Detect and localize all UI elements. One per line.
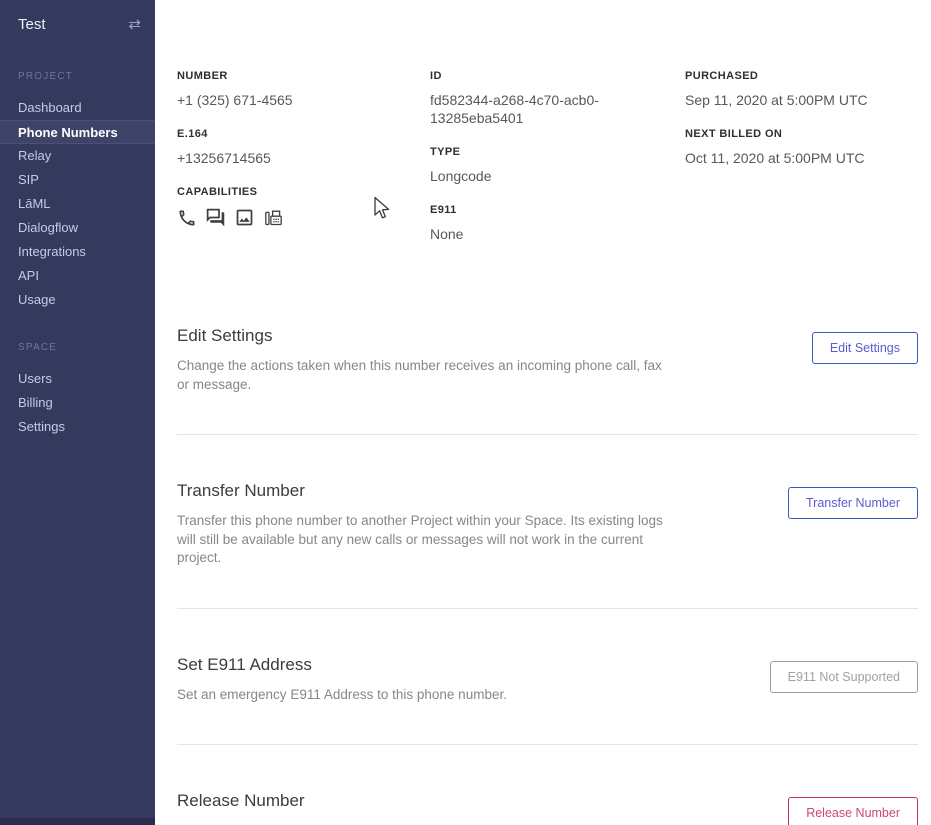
edit-settings-button[interactable]: Edit Settings [812,332,918,364]
field-purchased: PURCHASED Sep 11, 2020 at 5:00PM UTC [685,70,918,109]
space-nav: Users Billing Settings [0,367,155,439]
sidebar-item-phone-numbers[interactable]: Phone Numbers [0,120,155,144]
field-e911: E911 None [430,204,685,243]
sidebar-item-usage[interactable]: Usage [0,288,155,312]
sidebar-item-users[interactable]: Users [0,367,155,391]
set-e911-description: Set an emergency E911 Address to this ph… [177,686,507,705]
sidebar-item-laml[interactable]: LāML [0,192,155,216]
section-text: Set E911 Address Set an emergency E911 A… [177,655,507,705]
mms-icon [234,207,255,228]
edit-settings-description: Change the actions taken when this numbe… [177,357,672,394]
number-value: +1 (325) 671-4565 [177,91,382,109]
sidebar-item-settings[interactable]: Settings [0,415,155,439]
type-label: TYPE [430,146,685,158]
number-label: NUMBER [177,70,430,82]
section-set-e911: Set E911 Address Set an emergency E911 A… [177,609,918,746]
details-column-billing: PURCHASED Sep 11, 2020 at 5:00PM UTC NEX… [685,70,918,262]
sidebar-item-relay[interactable]: Relay [0,144,155,168]
field-next-billed: NEXT BILLED ON Oct 11, 2020 at 5:00PM UT… [685,128,918,167]
section-text: Edit Settings Change the actions taken w… [177,326,672,394]
sidebar-item-sip[interactable]: SIP [0,168,155,192]
purchased-label: PURCHASED [685,70,918,82]
transfer-number-description: Transfer this phone number to another Pr… [177,512,672,568]
transfer-number-button[interactable]: Transfer Number [788,487,918,519]
sidebar-section-space-label: SPACE [0,342,155,353]
voice-icon [177,208,197,228]
project-name[interactable]: Test [18,16,46,33]
id-label: ID [430,70,685,82]
sidebar-header: Test ⇄ [0,0,155,33]
capabilities-label: CAPABILITIES [177,186,430,198]
number-details-grid: NUMBER +1 (325) 671-4565 E.164 +13256714… [177,70,918,262]
release-number-title: Release Number [177,791,672,811]
sidebar-item-dialogflow[interactable]: Dialogflow [0,216,155,240]
e911-not-supported-button: E911 Not Supported [770,661,918,693]
field-e164: E.164 +13256714565 [177,128,430,167]
switch-project-icon[interactable]: ⇄ [128,15,141,33]
sidebar-item-dashboard[interactable]: Dashboard [0,96,155,120]
e911-label: E911 [430,204,685,216]
next-billed-label: NEXT BILLED ON [685,128,918,140]
sidebar-bottom-strip [0,818,155,825]
details-column-id: ID fd582344-a268-4c70-acb0-13285eba5401 … [430,70,685,262]
section-release-number: Release Number Releasing this phone numb… [177,745,918,825]
main-content: NUMBER +1 (325) 671-4565 E.164 +13256714… [155,0,931,825]
section-text: Release Number Releasing this phone numb… [177,791,672,825]
section-text: Transfer Number Transfer this phone numb… [177,481,672,568]
id-value: fd582344-a268-4c70-acb0-13285eba5401 [430,91,635,127]
sidebar-item-billing[interactable]: Billing [0,391,155,415]
sidebar-item-integrations[interactable]: Integrations [0,240,155,264]
capability-icons [177,207,430,228]
field-number: NUMBER +1 (325) 671-4565 [177,70,430,109]
e911-value: None [430,225,635,243]
section-transfer-number: Transfer Number Transfer this phone numb… [177,435,918,609]
edit-settings-title: Edit Settings [177,326,672,346]
field-type: TYPE Longcode [430,146,685,185]
section-edit-settings: Edit Settings Change the actions taken w… [177,326,918,435]
action-sections: Edit Settings Change the actions taken w… [177,326,918,825]
purchased-value: Sep 11, 2020 at 5:00PM UTC [685,91,890,109]
sidebar-section-project-label: PROJECT [0,71,155,82]
type-value: Longcode [430,167,635,185]
field-capabilities: CAPABILITIES [177,186,430,228]
e164-value: +13256714565 [177,149,382,167]
set-e911-title: Set E911 Address [177,655,507,675]
fax-icon [263,207,284,228]
project-nav: Dashboard Phone Numbers Relay SIP LāML D… [0,96,155,312]
sidebar-item-api[interactable]: API [0,264,155,288]
sidebar: Test ⇄ PROJECT Dashboard Phone Numbers R… [0,0,155,825]
field-id: ID fd582344-a268-4c70-acb0-13285eba5401 [430,70,685,127]
details-column-number: NUMBER +1 (325) 671-4565 E.164 +13256714… [177,70,430,262]
release-number-button[interactable]: Release Number [788,797,918,825]
e164-label: E.164 [177,128,430,140]
next-billed-value: Oct 11, 2020 at 5:00PM UTC [685,149,890,167]
transfer-number-title: Transfer Number [177,481,672,501]
phone-number-detail-page: Test ⇄ PROJECT Dashboard Phone Numbers R… [0,0,931,825]
sms-icon [205,207,226,228]
